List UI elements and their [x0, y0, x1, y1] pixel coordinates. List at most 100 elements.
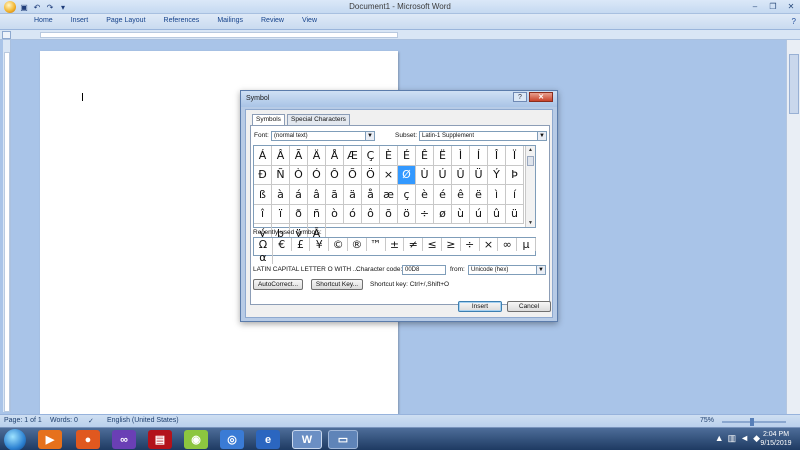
scroll-up-icon[interactable]: ▲ [526, 146, 535, 154]
volume-icon[interactable]: ◄ [740, 433, 749, 444]
symbol-cell[interactable]: Ð [254, 165, 272, 185]
symbol-cell[interactable]: ÷ [416, 204, 434, 224]
character-code-field[interactable]: 00D8 [402, 265, 446, 275]
symbol-cell[interactable]: Þ [506, 165, 524, 185]
insert-button[interactable]: Insert [458, 301, 502, 312]
symbol-cell[interactable]: Ô [326, 165, 344, 185]
recent-symbol-cell[interactable]: Ω [254, 238, 273, 251]
symbol-cell[interactable]: ñ [308, 204, 326, 224]
recent-symbol-cell[interactable]: ÷ [461, 238, 480, 251]
symbol-cell[interactable]: Ì [452, 146, 470, 166]
tab-special-characters[interactable]: Special Characters [287, 114, 350, 125]
show-hidden-icons-icon[interactable]: ▲ [715, 433, 724, 444]
symbol-cell[interactable]: à [272, 185, 290, 205]
symbol-cell[interactable]: Ó [308, 165, 326, 185]
word-count[interactable]: Words: 0 [50, 417, 78, 424]
subset-dropdown[interactable]: Latin-1 Supplement ▼ [419, 131, 547, 141]
dialog-help-button[interactable]: ? [513, 92, 527, 102]
word-taskbar-icon[interactable]: W [292, 430, 322, 449]
symbol-cell[interactable]: å [362, 185, 380, 205]
symbol-cell[interactable]: â [308, 185, 326, 205]
recent-symbol-cell[interactable]: ≥ [442, 238, 461, 251]
network-icon[interactable]: ▥ [728, 433, 737, 444]
symbol-cell[interactable]: Å [326, 146, 344, 166]
recent-symbol-cell[interactable]: ® [348, 238, 367, 251]
symbol-cell[interactable]: Ê [416, 146, 434, 166]
symbol-cell[interactable]: Ü [470, 165, 488, 185]
symbol-cell[interactable]: ó [344, 204, 362, 224]
symbol-cell[interactable]: Ö [362, 165, 380, 185]
synology-icon[interactable]: ◉ [184, 430, 208, 449]
symbol-cell[interactable]: Ç [362, 146, 380, 166]
symbol-cell[interactable]: ï [272, 204, 290, 224]
close-button[interactable]: ✕ [782, 0, 800, 12]
page-count[interactable]: Page: 1 of 1 [4, 417, 42, 424]
tab-references[interactable]: References [164, 17, 200, 24]
symbol-cell[interactable]: Î [488, 146, 506, 166]
symbol-cell[interactable]: ç [398, 185, 416, 205]
symbol-cell[interactable]: ì [488, 185, 506, 205]
help-icon[interactable]: ? [792, 17, 796, 26]
dialog-title-bar[interactable]: Symbol ? ✕ [241, 91, 557, 107]
zoom-slider-knob[interactable] [750, 418, 754, 426]
symbol-cell[interactable]: ð [290, 204, 308, 224]
symbol-cell[interactable]: Á [254, 146, 272, 166]
symbol-cell[interactable]: é [434, 185, 452, 205]
window-taskbar-icon[interactable]: ▭ [328, 430, 358, 449]
symbol-cell[interactable]: ã [326, 185, 344, 205]
zoom-slider[interactable] [722, 421, 786, 423]
symbol-cell[interactable]: û [488, 204, 506, 224]
recent-symbol-cell[interactable]: ∞ [498, 238, 518, 251]
symbol-cell[interactable]: Ï [506, 146, 524, 166]
symbol-cell[interactable]: Ø [398, 165, 416, 185]
symbol-cell[interactable]: ù [452, 204, 470, 224]
recent-symbol-cell[interactable]: ≤ [423, 238, 442, 251]
tab-mailings[interactable]: Mailings [217, 17, 243, 24]
symbol-cell[interactable]: ø [434, 204, 452, 224]
shortcut-key-button[interactable]: Shortcut Key... [311, 279, 363, 290]
zoom-level[interactable]: 75% [700, 417, 714, 424]
from-dropdown[interactable]: Unicode (hex) ▼ [468, 265, 546, 275]
symbol-cell[interactable]: Ù [416, 165, 434, 185]
dialog-close-button[interactable]: ✕ [529, 92, 553, 102]
symbol-cell[interactable]: Õ [344, 165, 362, 185]
symbol-cell[interactable]: ò [326, 204, 344, 224]
symbol-cell[interactable]: × [380, 165, 398, 185]
tab-view[interactable]: View [302, 17, 317, 24]
symbol-cell[interactable]: Ñ [272, 165, 290, 185]
symbol-cell[interactable]: õ [380, 204, 398, 224]
recent-symbol-cell[interactable]: ¥ [310, 238, 330, 251]
symbol-cell[interactable]: ú [470, 204, 488, 224]
vertical-scrollbar[interactable] [786, 40, 800, 414]
symbol-cell[interactable]: á [290, 185, 308, 205]
symbol-cell[interactable]: ô [362, 204, 380, 224]
symbol-cell[interactable]: Ã [290, 146, 308, 166]
tab-review[interactable]: Review [261, 17, 284, 24]
symbol-cell[interactable]: Ý [488, 165, 506, 185]
scrollbar-thumb[interactable] [789, 54, 799, 114]
symbol-grid-scrollbar[interactable]: ▲ ▼ [525, 146, 535, 227]
recent-symbol-cell[interactable]: £ [292, 238, 311, 251]
chrome-icon[interactable]: ◎ [220, 430, 244, 449]
tab-page-layout[interactable]: Page Layout [106, 17, 145, 24]
symbol-cell[interactable]: ü [506, 204, 524, 224]
tab-symbols[interactable]: Symbols [252, 114, 285, 125]
symbol-cell[interactable]: Ë [434, 146, 452, 166]
clock[interactable]: 2:04 PM 9/15/2019 [756, 430, 796, 448]
visual-studio-icon[interactable]: ∞ [112, 430, 136, 449]
symbol-cell[interactable]: Ò [290, 165, 308, 185]
cancel-button[interactable]: Cancel [507, 301, 551, 312]
symbol-cell[interactable]: Û [452, 165, 470, 185]
symbol-cell[interactable]: æ [380, 185, 398, 205]
symbol-cell[interactable]: Â [272, 146, 290, 166]
symbol-cell[interactable]: í [506, 185, 524, 205]
recent-symbol-cell[interactable]: € [273, 238, 292, 251]
scroll-down-icon[interactable]: ▼ [526, 219, 535, 227]
symbol-cell[interactable]: ö [398, 204, 416, 224]
recent-symbol-cell[interactable]: α [254, 251, 273, 264]
symbol-cell[interactable]: È [380, 146, 398, 166]
tab-insert[interactable]: Insert [71, 17, 89, 24]
winrar-icon[interactable]: ▤ [148, 430, 172, 449]
symbol-cell[interactable]: Í [470, 146, 488, 166]
symbol-cell[interactable]: ë [470, 185, 488, 205]
